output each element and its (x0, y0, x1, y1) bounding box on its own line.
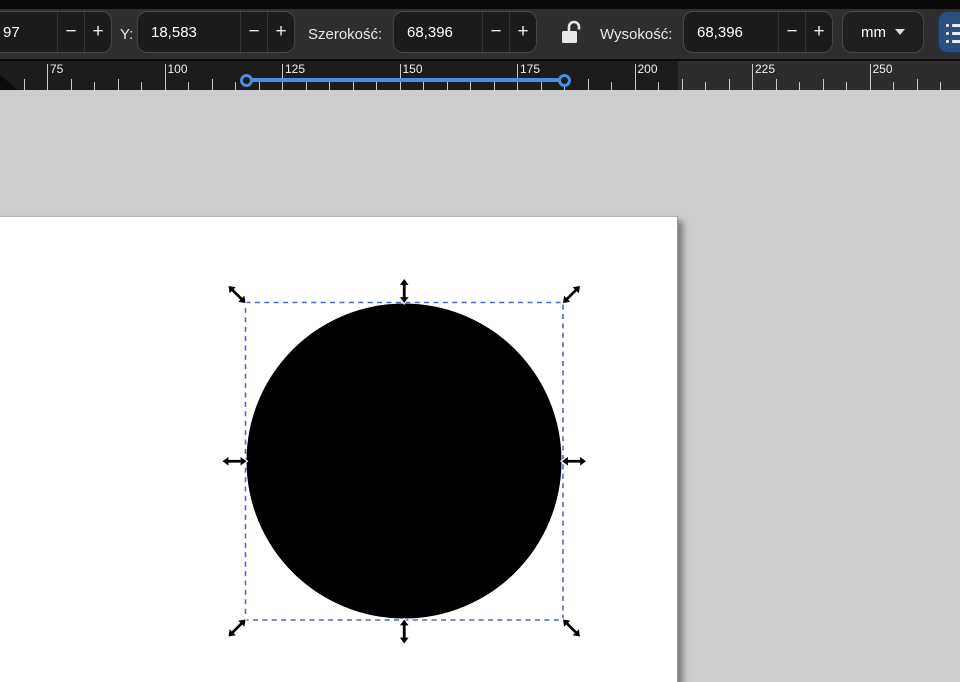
height-decrement-button[interactable]: − (778, 12, 805, 52)
width-field[interactable]: 68,396 − + (393, 11, 537, 53)
open-padlock-icon (559, 17, 585, 52)
y-decrement-button[interactable]: − (240, 12, 267, 52)
height-increment-button[interactable]: + (805, 12, 832, 52)
selected-ellipse-object[interactable] (247, 304, 562, 619)
selection-scale-handle-top[interactable] (399, 278, 410, 304)
unit-value: mm (861, 24, 886, 41)
scale-options-button[interactable] (938, 11, 960, 53)
x-increment-button[interactable]: + (84, 12, 111, 52)
drawing-canvas[interactable] (0, 90, 960, 682)
ruler-span-end-knob (558, 74, 571, 87)
width-decrement-button[interactable]: − (482, 12, 509, 52)
x-decrement-button[interactable]: − (57, 12, 84, 52)
selection-scale-handle-top-left[interactable] (224, 281, 250, 307)
width-label: Szerokość: (308, 9, 382, 59)
y-value: 18,583 (138, 12, 240, 52)
chevron-down-icon (895, 29, 905, 35)
selection-scale-handle-right[interactable] (561, 456, 587, 467)
horizontal-ruler[interactable]: 75100125150175200225250 (0, 59, 960, 90)
list-options-icon (946, 24, 960, 42)
top-strip (0, 0, 960, 9)
ruler-corner-marker (0, 75, 18, 90)
selection-scale-handle-left[interactable] (222, 456, 248, 467)
x-coordinate-field[interactable]: 97 − + (0, 11, 112, 53)
y-coordinate-field[interactable]: 18,583 − + (137, 11, 295, 53)
selection-scale-handle-bottom-right[interactable] (558, 615, 584, 641)
selection-scale-handle-bottom-left[interactable] (224, 615, 250, 641)
unit-dropdown[interactable]: mm (842, 11, 924, 53)
selector-tool-options-bar: 97 − + Y: 18,583 − + Szerokość: 68,396 −… (0, 9, 960, 59)
height-value: 68,396 (684, 12, 778, 52)
ruler-selection-span (246, 78, 565, 82)
selection-scale-handle-top-right[interactable] (558, 281, 584, 307)
inkscape-window: 97 − + Y: 18,583 − + Szerokość: 68,396 −… (0, 0, 960, 682)
height-field[interactable]: 68,396 − + (683, 11, 833, 53)
width-increment-button[interactable]: + (509, 12, 536, 52)
width-value: 68,396 (394, 12, 482, 52)
ruler-span-start-knob (240, 74, 253, 87)
x-value: 97 (0, 12, 57, 52)
selection-scale-handle-bottom[interactable] (399, 619, 410, 645)
y-increment-button[interactable]: + (267, 12, 294, 52)
height-label: Wysokość: (600, 9, 672, 59)
lock-aspect-ratio-toggle[interactable] (556, 17, 588, 51)
y-label: Y: (120, 9, 133, 59)
